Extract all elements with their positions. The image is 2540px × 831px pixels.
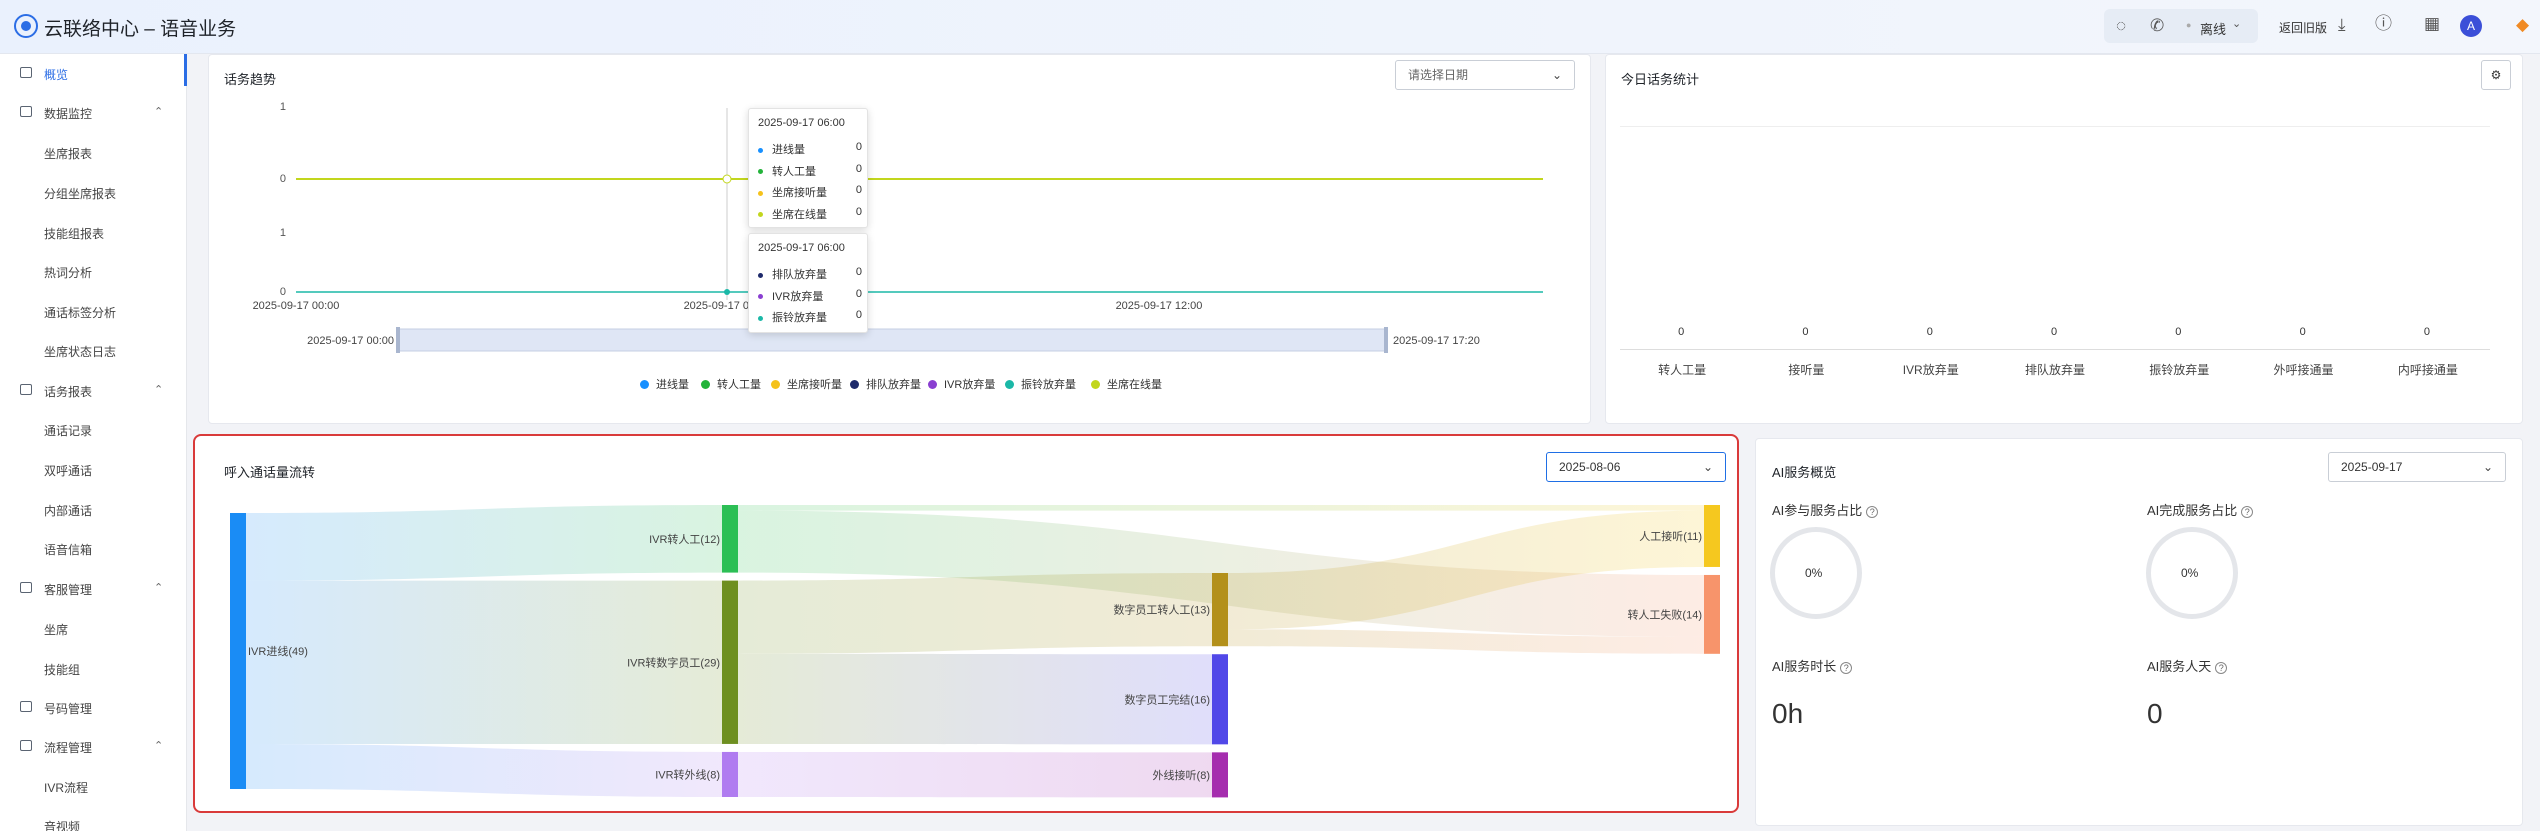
ai-date-value: 2025-09-17	[2341, 460, 2403, 474]
ai-duration-label: AI服务时长?	[1772, 656, 1853, 675]
help-icon[interactable]: ?	[2241, 506, 2254, 518]
sankey-node[interactable]	[230, 513, 246, 789]
ai-overview-title: AI服务概览	[1772, 465, 1837, 480]
ai-participation-text: AI参与服务占比	[1772, 503, 1863, 518]
ai-duration-value: 0h	[1772, 698, 1804, 729]
ai-date-picker[interactable]: 2025-09-17 ⌄	[2328, 452, 2506, 482]
sankey-node-label: IVR转人工(12)	[649, 532, 720, 546]
ai-participation-label: AI参与服务占比?	[1772, 500, 1879, 519]
sankey-node[interactable]	[722, 505, 738, 573]
ai-days-label: AI服务人天?	[2147, 656, 2228, 675]
sankey-node[interactable]	[1704, 505, 1720, 567]
help-icon[interactable]: ?	[2215, 662, 2228, 674]
sankey-node[interactable]	[1212, 752, 1228, 798]
sankey-node-label: IVR转数字员工(29)	[627, 655, 720, 669]
sankey-link[interactable]	[738, 751, 1212, 798]
sankey-node[interactable]	[722, 751, 738, 797]
sankey-node[interactable]	[1212, 573, 1228, 647]
ai-completion-label: AI完成服务占比?	[2147, 500, 2254, 519]
sankey-node-label: 人工接听(11)	[1639, 530, 1702, 543]
ai-completion-value: 0%	[2181, 566, 2199, 580]
sankey-node-label: 转人工失败(14)	[1627, 607, 1702, 621]
sankey-node-label: IVR转外线(8)	[655, 767, 720, 781]
ai-days-value: 0	[2147, 698, 2163, 729]
sankey-link[interactable]	[738, 505, 1704, 511]
ai-participation-value: 0%	[1805, 566, 1823, 580]
help-icon[interactable]: ?	[1866, 506, 1879, 518]
ai-completion-text: AI完成服务占比	[2147, 503, 2238, 518]
sankey-node-label: IVR进线(49)	[248, 644, 308, 658]
sankey-node[interactable]	[1212, 654, 1228, 745]
sankey-link[interactable]	[246, 743, 722, 797]
sankey-node-label: 数字员工转人工(13)	[1113, 603, 1210, 617]
sankey-node-label: 数字员工完结(16)	[1124, 692, 1210, 706]
chevron-down-icon: ⌄	[2482, 460, 2493, 474]
help-icon[interactable]: ?	[1840, 662, 1853, 674]
sankey-node[interactable]	[722, 580, 738, 744]
sankey-node-label: 外线接听(8)	[1153, 768, 1210, 782]
ai-duration-text: AI服务时长	[1772, 659, 1837, 674]
ai-days-text: AI服务人天	[2147, 659, 2212, 674]
ai-overview-card	[1755, 438, 2523, 826]
sankey-node[interactable]	[1704, 574, 1720, 654]
